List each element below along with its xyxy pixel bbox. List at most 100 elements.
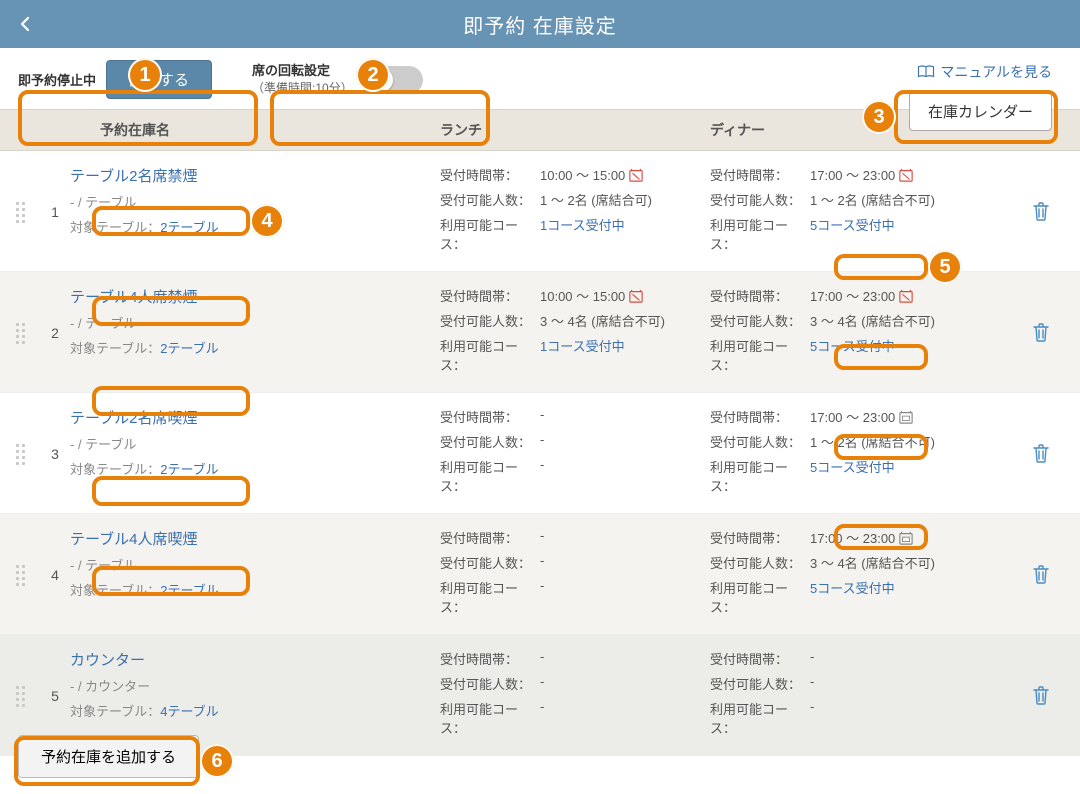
stock-name-link[interactable]: カウンター [70, 649, 145, 670]
trash-icon [1032, 685, 1050, 705]
lunch-time-value: - [540, 649, 710, 668]
stock-subtitle: - / テーブル [70, 313, 430, 332]
delete-button[interactable] [1032, 322, 1050, 342]
tables-link[interactable]: 2テーブル [160, 462, 218, 477]
lunch-courses-label: 利用可能コース： [440, 699, 540, 737]
dinner-capacity-label: 受付可能人数： [710, 190, 810, 209]
delete-button[interactable] [1032, 201, 1050, 221]
delete-button[interactable] [1032, 564, 1050, 584]
cell-stock: テーブル4人席禁煙- / テーブル対象テーブル：2テーブル [70, 286, 440, 380]
delete-button[interactable] [1032, 685, 1050, 705]
lunch-courses-label: 利用可能コース： [440, 215, 540, 253]
stock-name-link[interactable]: テーブル2名席喫煙 [70, 407, 197, 428]
stock-tables: 対象テーブル：2テーブル [70, 459, 430, 478]
dinner-capacity-value: - [810, 674, 980, 693]
rotation-title: 席の回転設定 [252, 63, 353, 79]
add-stock-button[interactable]: 予約在庫を追加する [18, 735, 199, 778]
tables-link[interactable]: 2テーブル [160, 341, 218, 356]
lunch-time-value: - [540, 528, 710, 547]
cell-lunch: 受付時間帯：-受付可能人数：-利用可能コース：- [440, 649, 710, 743]
drag-handle[interactable] [0, 165, 40, 259]
trash-icon [1032, 201, 1050, 221]
dinner-capacity-label: 受付可能人数： [710, 311, 810, 330]
lunch-time-label: 受付時間帯： [440, 528, 540, 547]
dinner-time-label: 受付時間帯： [710, 528, 810, 547]
tables-link[interactable]: 4テーブル [160, 704, 218, 719]
dinner-capacity-label: 受付可能人数： [710, 432, 810, 451]
row-index: 4 [40, 528, 70, 622]
cell-dinner: 受付時間帯：17:00 ～ 23:00受付可能人数：1 ～ 2名 (席結合不可)… [710, 407, 980, 501]
drag-handle[interactable] [0, 407, 40, 501]
cell-dinner: 受付時間帯：17:00 ～ 23:00受付可能人数：3 ～ 4名 (席結合不可)… [710, 286, 980, 380]
callout-3: 3 [862, 100, 896, 134]
cell-dinner: 受付時間帯：-受付可能人数：-利用可能コース：- [710, 649, 980, 743]
calendar-alert-icon [629, 289, 643, 303]
lunch-capacity-value: 1 ～ 2名 (席結合可) [540, 190, 710, 209]
rotation-subtitle: （準備時間:10分） [252, 79, 353, 96]
drag-handle[interactable] [0, 649, 40, 743]
calendar-alert-icon [629, 168, 643, 182]
dinner-time-label: 受付時間帯： [710, 649, 810, 668]
lunch-courses-value: - [540, 457, 710, 495]
calendar-icon [899, 410, 913, 424]
dinner-capacity-value: 3 ～ 4名 (席結合不可) [810, 553, 980, 572]
dinner-time-value: 17:00 ～ 23:00 [810, 165, 980, 184]
book-icon [917, 65, 935, 79]
calendar-alert-icon [899, 168, 913, 182]
cell-lunch: 受付時間帯：-受付可能人数：-利用可能コース：- [440, 528, 710, 622]
manual-link[interactable]: マニュアルを見る [917, 62, 1052, 82]
lunch-courses-link[interactable]: 1コース受付中 [540, 218, 625, 233]
delete-button[interactable] [1032, 443, 1050, 463]
lunch-capacity-label: 受付可能人数： [440, 432, 540, 451]
stock-name-link[interactable]: テーブル2名席禁煙 [70, 165, 197, 186]
drag-handle[interactable] [0, 528, 40, 622]
lunch-courses-link[interactable]: 1コース受付中 [540, 339, 625, 354]
callout-6: 6 [200, 744, 234, 778]
stock-name-link[interactable]: テーブル4人席禁煙 [70, 286, 197, 307]
cell-stock: カウンター - / カウンター対象テーブル：4テーブル [70, 649, 440, 743]
dinner-time-value: 17:00 ～ 23:00 [810, 286, 980, 305]
trash-icon [1032, 322, 1050, 342]
dinner-capacity-label: 受付可能人数： [710, 674, 810, 693]
stock-subtitle: - / テーブル [70, 434, 430, 453]
callout-5: 5 [928, 250, 962, 284]
dinner-time-value: 17:00 ～ 23:00 [810, 528, 980, 547]
lunch-capacity-label: 受付可能人数： [440, 553, 540, 572]
cell-lunch: 受付時間帯：10:00 ～ 15:00受付可能人数：3 ～ 4名 (席結合不可)… [440, 286, 710, 380]
lunch-capacity-value: - [540, 432, 710, 451]
back-button[interactable] [16, 12, 34, 36]
calendar-alert-icon [899, 289, 913, 303]
stock-subtitle: - / カウンター [70, 676, 430, 695]
dinner-capacity-value: 1 ～ 2名 (席結合不可) [810, 190, 980, 209]
header-controls: マニュアルを見る 即予約停止中 開始する 席の回転設定 （準備時間:10分） 在… [0, 48, 1080, 109]
manual-link-label: マニュアルを見る [940, 62, 1052, 82]
stock-name-link[interactable]: テーブル4人席喫煙 [70, 528, 197, 549]
row-index: 2 [40, 286, 70, 380]
row-index: 1 [40, 165, 70, 259]
dinner-courses-link[interactable]: 5コース受付中 [810, 218, 895, 233]
stock-row: 4テーブル4人席喫煙- / テーブル対象テーブル：2テーブル受付時間帯：-受付可… [0, 514, 1080, 635]
trash-icon [1032, 564, 1050, 584]
dinner-courses-label: 利用可能コース： [710, 215, 810, 253]
lunch-courses-label: 利用可能コース： [440, 336, 540, 374]
tables-link[interactable]: 2テーブル [160, 220, 218, 235]
stock-subtitle: - / テーブル [70, 555, 430, 574]
lunch-capacity-label: 受付可能人数： [440, 674, 540, 693]
lunch-capacity-value: - [540, 553, 710, 572]
lunch-time-value: 10:00 ～ 15:00 [540, 165, 710, 184]
dinner-courses-link[interactable]: 5コース受付中 [810, 460, 895, 475]
rotation-box: 席の回転設定 （準備時間:10分） [242, 63, 423, 96]
lunch-capacity-value: 3 ～ 4名 (席結合不可) [540, 311, 710, 330]
stock-row: 2テーブル4人席禁煙- / テーブル対象テーブル：2テーブル受付時間帯：10:0… [0, 272, 1080, 393]
tables-link[interactable]: 2テーブル [160, 583, 218, 598]
cell-dinner: 受付時間帯：17:00 ～ 23:00受付可能人数：3 ～ 4名 (席結合不可)… [710, 528, 980, 622]
lunch-courses-value: - [540, 578, 710, 616]
topbar: 即予約 在庫設定 [0, 0, 1080, 48]
dinner-capacity-value: 1 ～ 2名 (席結合不可) [810, 432, 980, 451]
calendar-button[interactable]: 在庫カレンダー [909, 92, 1052, 131]
dinner-courses-link[interactable]: 5コース受付中 [810, 339, 895, 354]
lunch-time-label: 受付時間帯： [440, 407, 540, 426]
drag-handle[interactable] [0, 286, 40, 380]
dinner-courses-link[interactable]: 5コース受付中 [810, 581, 895, 596]
stock-tables: 対象テーブル：4テーブル [70, 701, 430, 720]
